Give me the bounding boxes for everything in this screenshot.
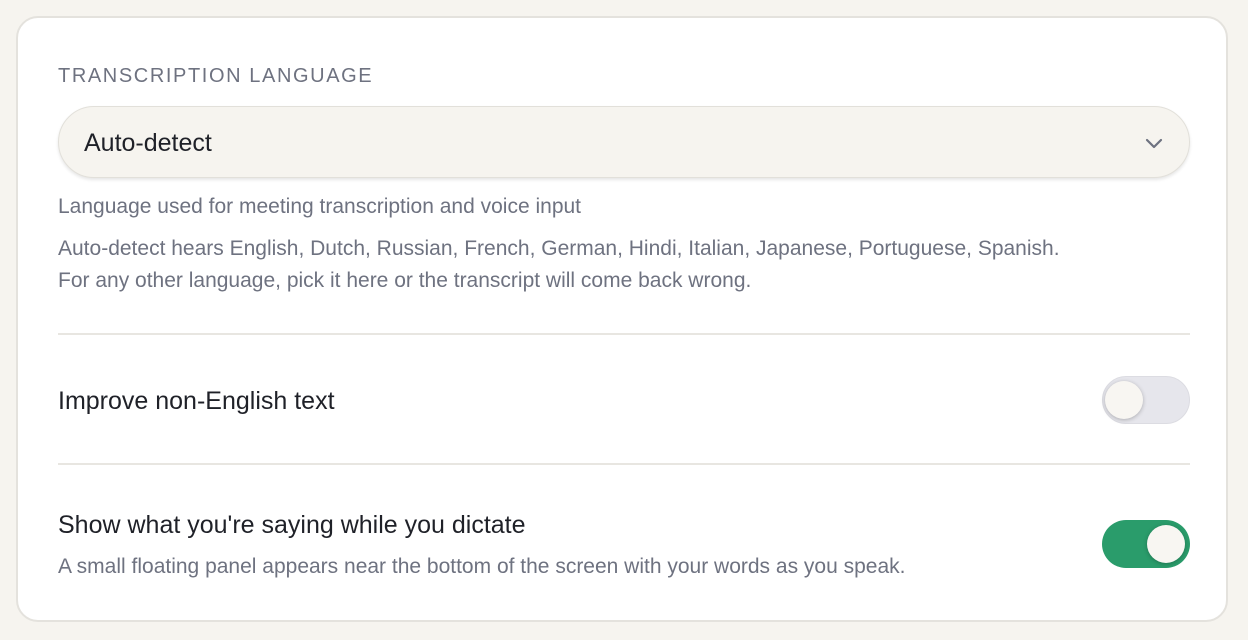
auto-detect-note-line-1: Auto-detect hears English, Dutch, Russia… [58,237,1060,260]
live-dictation-preview-label: Show what you're saying while you dictat… [58,511,526,539]
toggle-knob [1105,381,1143,419]
chevron-down-icon [1145,138,1163,149]
auto-detect-languages-note: Auto-detect hears English, Dutch, Russia… [58,233,1198,297]
divider [58,333,1190,335]
transcription-language-select[interactable]: Auto-detect [58,106,1190,178]
improve-non-english-label: Improve non-English text [58,387,335,415]
auto-detect-note-line-2: For any other language, pick it here or … [58,269,752,292]
settings-card: TRANSCRIPTION LANGUAGE Auto-detect Langu… [16,16,1228,622]
selected-language-value: Auto-detect [84,129,212,157]
live-dictation-preview-toggle[interactable] [1102,520,1190,568]
language-help-text: Language used for meeting transcription … [58,195,582,218]
live-dictation-preview-description: A small floating panel appears near the … [58,555,906,578]
section-label-transcription-language: TRANSCRIPTION LANGUAGE [58,65,374,87]
toggle-knob [1147,525,1185,563]
divider [58,463,1190,465]
improve-non-english-toggle[interactable] [1102,376,1190,424]
